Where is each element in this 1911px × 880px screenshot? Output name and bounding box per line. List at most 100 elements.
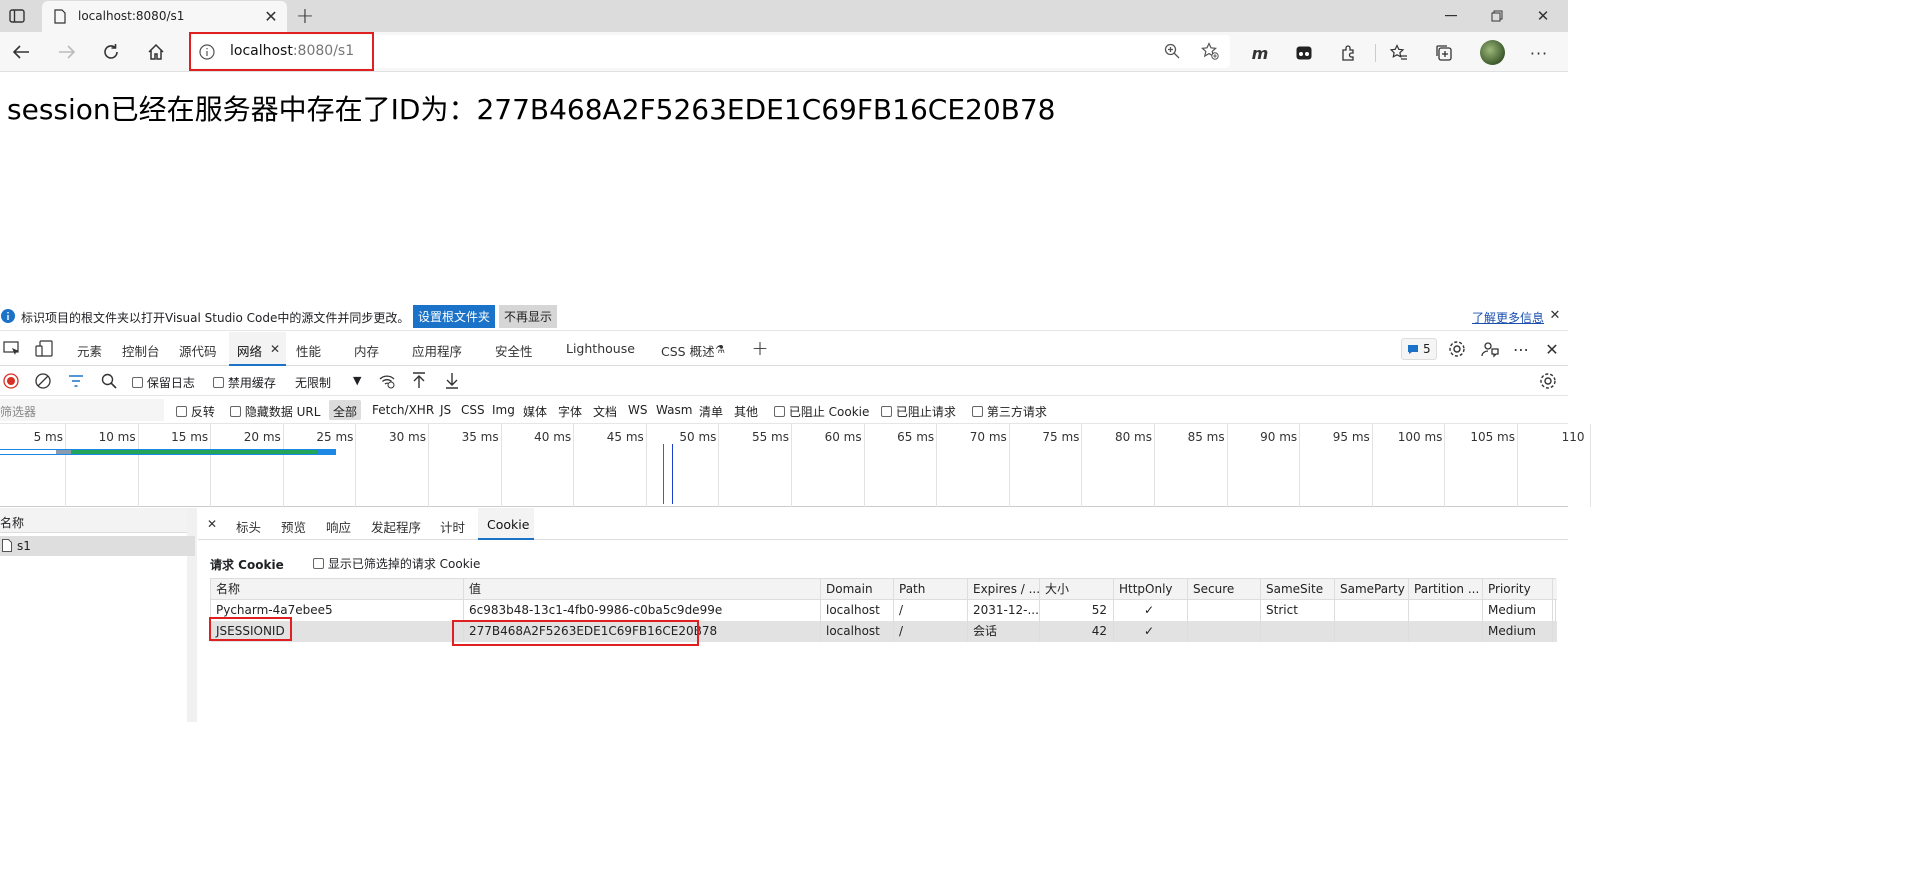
cookie-cell-value[interactable]: 6c983b48-13c1-4fb0-9986-c0ba5c9de99e [464, 600, 821, 621]
add-favorite-icon[interactable] [1200, 41, 1220, 61]
show-filtered-cookies-checkbox[interactable]: 显示已筛选掉的请求 Cookie [313, 555, 480, 572]
cookie-cell-size[interactable]: 42 [1040, 621, 1114, 642]
column-header-sameparty[interactable]: SameParty [1335, 579, 1409, 600]
infobar-close-icon[interactable]: ✕ [1548, 307, 1562, 323]
filter-type-font[interactable]: 字体 [558, 403, 582, 420]
devtools-settings-icon[interactable] [1448, 340, 1466, 358]
disable-cache-box[interactable] [213, 377, 224, 388]
filter-type-media[interactable]: 媒体 [523, 403, 547, 420]
learn-more-link[interactable]: 了解更多信息 [1472, 309, 1544, 326]
filter-type-other[interactable]: 其他 [734, 403, 758, 420]
filter-type-img[interactable]: Img [492, 403, 515, 417]
column-header-path[interactable]: Path [894, 579, 968, 600]
filter-type-doc[interactable]: 文档 [593, 403, 617, 420]
hide-data-urls-box[interactable] [230, 406, 241, 417]
import-har-icon[interactable] [412, 372, 426, 389]
favorites-icon[interactable] [1389, 43, 1409, 63]
throttling-select[interactable]: 无限制 ▼ [290, 369, 368, 393]
cookie-cell-httponly[interactable]: ✓ [1114, 621, 1188, 642]
detail-tab-cookie[interactable]: Cookie [487, 517, 529, 532]
device-toolbar-icon[interactable] [35, 340, 53, 357]
tab-console[interactable]: 控制台 [122, 341, 160, 360]
detail-tab-response[interactable]: 响应 [326, 517, 351, 536]
filter-type-all[interactable]: 全部 [333, 403, 357, 420]
cookie-cell-priority[interactable]: Medium [1483, 621, 1553, 642]
detail-tab-headers[interactable]: 标头 [236, 517, 261, 536]
feedback-icon[interactable] [1481, 340, 1499, 358]
browser-tab[interactable]: localhost:8080/s1 ✕ [42, 1, 287, 32]
tab-memory[interactable]: 内存 [354, 341, 379, 360]
cookie-cell-expires[interactable]: 2031-12-... [968, 600, 1040, 621]
cookie-cell-sameparty[interactable] [1335, 600, 1409, 621]
invert-box[interactable] [176, 406, 187, 417]
blocked-requests-box[interactable] [881, 406, 892, 417]
preserve-log-box[interactable] [132, 377, 143, 388]
dont-show-again-button[interactable]: 不再显示 [499, 305, 558, 328]
detail-tab-timing[interactable]: 计时 [440, 517, 465, 536]
set-root-folder-button[interactable]: 设置根文件夹 [413, 305, 496, 328]
filter-type-manifest[interactable]: 清单 [699, 403, 723, 420]
column-header-httponly[interactable]: HttpOnly [1114, 579, 1188, 600]
column-header-samesite[interactable]: SameSite [1261, 579, 1335, 600]
column-header-size[interactable]: 大小 [1040, 579, 1114, 600]
cookie-cell-domain[interactable]: localhost [821, 621, 894, 642]
cookie-cell-path[interactable]: / [894, 600, 968, 621]
cookie-cell-partition[interactable] [1409, 600, 1483, 621]
restore-icon[interactable] [1486, 6, 1508, 26]
issues-badge[interactable]: 5 [1401, 338, 1437, 360]
clear-icon[interactable] [35, 373, 51, 389]
minimize-icon[interactable] [1440, 6, 1462, 26]
filter-input[interactable]: 筛选器 [0, 399, 164, 421]
cookie-cell-samesite[interactable] [1261, 621, 1335, 642]
filter-icon[interactable] [68, 374, 84, 388]
export-har-icon[interactable] [445, 372, 459, 389]
filter-type-js[interactable]: JS [440, 403, 451, 417]
tab-actions-icon[interactable] [6, 6, 28, 26]
filter-type-css[interactable]: CSS [461, 403, 485, 417]
close-tab-icon[interactable]: ✕ [262, 7, 280, 26]
invert-checkbox[interactable]: 反转 [176, 403, 215, 420]
tab-lighthouse[interactable]: Lighthouse [566, 341, 635, 356]
media-extension-icon[interactable] [1294, 43, 1314, 63]
search-icon[interactable] [101, 373, 117, 389]
blocked-cookies-checkbox[interactable]: 已阻止 Cookie [774, 403, 869, 420]
detail-tab-initiator[interactable]: 发起程序 [371, 517, 421, 536]
name-column-header[interactable]: 名称 [0, 514, 24, 531]
blocked-requests-checkbox[interactable]: 已阻止请求 [881, 403, 956, 420]
devtools-more-icon[interactable]: ⋯ [1511, 340, 1531, 359]
tab-performance[interactable]: 性能 [296, 341, 321, 360]
column-header-secure[interactable]: Secure [1188, 579, 1261, 600]
cookie-cell-httponly[interactable]: ✓ [1114, 600, 1188, 621]
tab-network[interactable]: 网络 [237, 341, 262, 360]
inspect-element-icon[interactable] [3, 341, 21, 357]
new-tab-button[interactable]: + [294, 4, 316, 29]
column-header-priority[interactable]: Priority [1483, 579, 1553, 600]
back-arrow-icon[interactable] [10, 41, 32, 63]
network-conditions-icon[interactable] [378, 373, 396, 389]
more-tools-plus-icon[interactable]: + [750, 336, 770, 360]
column-header-domain[interactable]: Domain [821, 579, 894, 600]
column-header-partition[interactable]: Partition ... [1409, 579, 1483, 600]
cookie-cell-expires[interactable]: 会话 [968, 621, 1040, 642]
tab-elements[interactable]: 元素 [77, 341, 102, 360]
tab-security[interactable]: 安全性 [495, 341, 533, 360]
request-row-s1[interactable]: s1 [0, 536, 195, 556]
show-filtered-box[interactable] [313, 558, 324, 569]
cookie-cell-secure[interactable] [1188, 600, 1261, 621]
cookie-cell-domain[interactable]: localhost [821, 600, 894, 621]
network-settings-icon[interactable] [1539, 372, 1557, 390]
cookie-cell-path[interactable]: / [894, 621, 968, 642]
third-party-box[interactable] [972, 406, 983, 417]
record-icon[interactable] [3, 373, 19, 389]
column-header-value[interactable]: 值 [464, 579, 821, 600]
tab-application[interactable]: 应用程序 [412, 341, 462, 360]
cookie-cell-sameparty[interactable] [1335, 621, 1409, 642]
hide-data-urls-checkbox[interactable]: 隐藏数据 URL [230, 403, 320, 420]
close-network-tab-icon[interactable]: ✕ [268, 342, 282, 356]
cookie-cell-samesite[interactable]: Strict [1261, 600, 1335, 621]
cookie-cell-secure[interactable] [1188, 621, 1261, 642]
home-icon[interactable] [145, 41, 167, 63]
more-menu-icon[interactable]: ··· [1528, 43, 1550, 63]
detail-tab-preview[interactable]: 预览 [281, 517, 306, 536]
preserve-log-checkbox[interactable]: 保留日志 [132, 374, 195, 391]
